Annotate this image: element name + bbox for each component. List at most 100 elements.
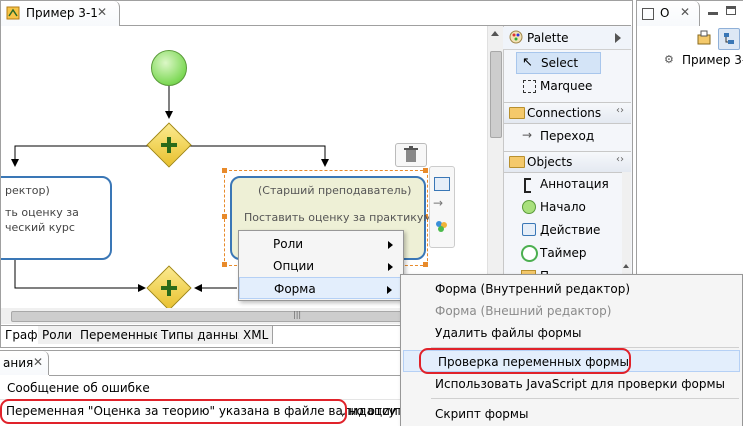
task-left-role: ректор) [5,184,50,197]
tree-icon [724,33,734,44]
palette-tool-marquee[interactable]: Marquee [516,76,616,96]
palette-title: Palette [527,31,569,45]
selection-handle[interactable] [423,262,428,267]
menu-item-roles[interactable]: Роли [239,233,403,255]
task-right-role: (Старший преподаватель) [258,184,412,197]
editor-tab-title: Пример 3-1 [26,6,98,20]
palette-item-annotation-label: Аннотация [540,177,609,191]
folder-icon [509,107,525,119]
start-icon [522,200,536,214]
tab-data-types-label: Типы данных [161,328,246,342]
submenu-item-form-internal[interactable]: Форма (Внутренний редактор) [401,278,742,300]
canvas-vertical-scrollbar[interactable] [487,26,503,308]
palette-item-action-label: Действие [540,223,601,237]
tab-roles-label: Роли [42,328,73,342]
link-editor-button[interactable] [696,30,712,46]
submenu-item-form-script-label: Скрипт формы [435,407,529,421]
scroll-up-icon[interactable] [491,31,499,36]
palette-tool-marquee-label: Marquee [540,79,593,93]
palette-item-action[interactable]: Действие [516,220,626,240]
outline-tree-item[interactable]: ⚙ Пример 3- [662,52,743,70]
palette-item-timer[interactable]: Таймер [516,243,626,263]
submenu-item-form-internal-label: Форма (Внутренний редактор) [435,282,630,296]
palette-tool-select-label: Select [541,56,579,70]
tab-variables-label: Переменные [80,328,161,342]
submenu-item-form-script[interactable]: Скрипт формы [401,403,742,425]
trash-icon [404,146,418,162]
palette-tool-select[interactable]: ↖ Select [516,52,601,74]
selection-handle[interactable] [423,168,428,173]
palette-item-transition[interactable]: → Переход [516,126,626,146]
process-icon: ⚙ [664,53,674,66]
scroll-thumb[interactable] [490,51,502,138]
selection-handle[interactable] [222,214,227,219]
selection-handle[interactable] [222,168,227,173]
submenu-item-delete-form-files[interactable]: Удалить файлы формы [401,322,742,344]
palette-group-objects[interactable]: Objects ‹› [504,151,631,173]
minimize-button[interactable] [708,12,718,15]
submenu-item-delete-form-files-label: Удалить файлы формы [435,326,582,340]
task-right-name: Поставить оценку за практикум [244,211,432,224]
tab-xml[interactable]: XML [239,326,274,344]
problems-tab[interactable]: ания ✕ [0,351,49,375]
problems-tab-title: ания [3,356,34,370]
timer-icon [521,245,538,262]
scroll-grip-icon: ||| [293,310,302,319]
palette-icon [509,30,523,47]
palette-group-objects-label: Objects [527,155,573,169]
transition-arrow-icon[interactable]: → [433,196,443,210]
context-menu: Роли Опции Форма [238,230,404,301]
menu-item-options[interactable]: Опции [239,255,403,277]
gateway-plus-icon [159,278,179,298]
palette-item-start-label: Начало [540,200,586,214]
delete-button[interactable] [395,143,427,167]
palette-color-icon[interactable] [434,219,448,233]
outline-tab[interactable]: O ✕ [637,1,700,26]
selection-handle[interactable] [222,262,227,267]
highlight-oval-menu [419,348,631,374]
palette-group-connections[interactable]: Connections ‹› [504,102,631,124]
start-event[interactable] [151,50,187,86]
palette-collapse-icon[interactable] [615,33,621,43]
menu-separator [431,398,739,399]
submenu-item-use-javascript[interactable]: Использовать JavaScript для проверки фор… [401,373,742,395]
tab-xml-label: XML [243,328,269,342]
tab-variables[interactable]: Переменные [76,326,166,344]
outline-icon [642,8,654,20]
collapse-arrows-icon[interactable]: ‹› [616,105,624,116]
palette-item-timer-label: Таймер [540,246,587,260]
editor-tab[interactable]: Пример 3-1 ✕ [1,1,120,26]
menu-item-form-label: Форма [274,282,316,296]
arrow-icon: ↖ [522,55,533,70]
palette-item-annotation[interactable]: Аннотация [516,174,626,194]
palette-item-start[interactable]: Начало [516,197,626,217]
menu-item-form[interactable]: Форма [239,277,403,299]
collapse-arrows-icon[interactable]: ‹› [616,154,624,165]
palette-item-transition-label: Переход [540,129,595,143]
task-left-line2: ческий курс [5,221,75,234]
problems-column-header[interactable]: Сообщение об ошибке [0,377,400,400]
annotation-icon [524,178,531,193]
tree-view-button[interactable] [718,28,740,50]
close-icon[interactable]: ✕ [680,5,690,19]
close-icon[interactable]: ✕ [33,355,43,369]
tab-graph[interactable]: Граф [1,326,43,344]
submenu-arrow-icon [388,263,393,271]
scroll-up-icon[interactable] [623,264,629,268]
submenu-arrow-icon [388,241,393,249]
diagram-icon [6,6,20,20]
tab-data-types[interactable]: Типы данных [157,326,251,344]
folder-link-icon [697,30,711,45]
outline-tab-title: O [660,6,670,20]
tab-roles[interactable]: Роли [38,326,78,344]
task-shape-icon[interactable] [434,177,450,191]
maximize-button[interactable] [726,6,736,15]
highlight-oval-error [0,399,347,424]
submenu-item-form-external-label: Форма (Внешний редактор) [435,304,612,318]
task-left-line1: ть оценку за [5,206,79,219]
problem-message-tail: , но отсутс [341,404,410,418]
submenu-item-form-external: Форма (Внешний редактор) [401,300,742,322]
close-icon[interactable]: ✕ [97,5,107,19]
palette-header[interactable]: Palette [503,27,631,50]
task-left[interactable]: ректор) ть оценку за ческий курс [1,176,112,260]
